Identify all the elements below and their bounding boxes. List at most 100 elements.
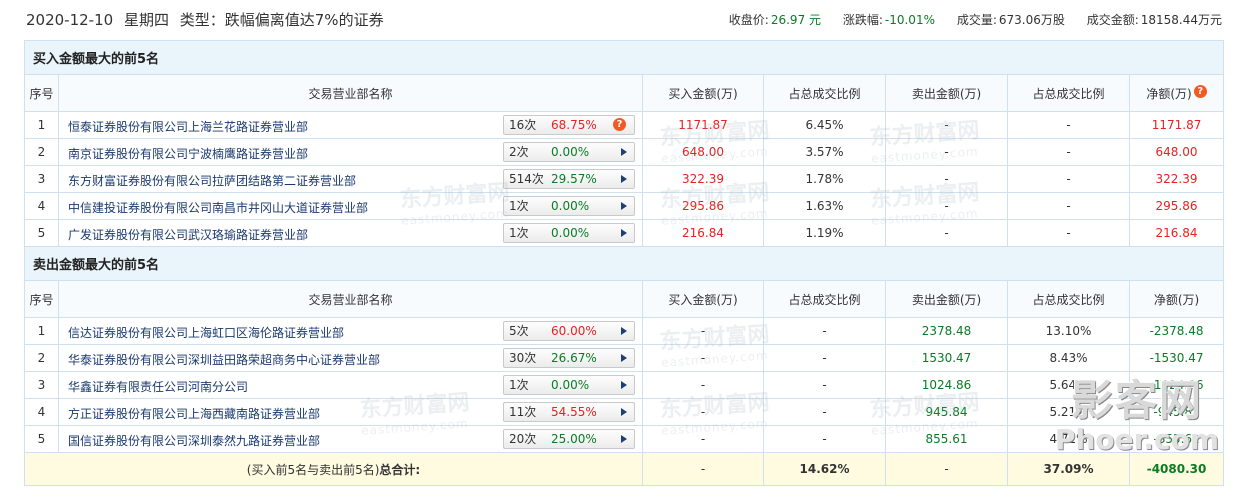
col-buy-ratio-header: 占总成交比例 — [763, 74, 886, 112]
row-index: 4 — [24, 192, 59, 220]
branch-name-link[interactable]: 东方财富证券股份有限公司拉萨团结路第二证券营业部 — [68, 172, 356, 189]
branch-cell: 华泰证券股份有限公司深圳益田路荣超商务中心证券营业部 30次 26.67% — [58, 344, 643, 372]
sell-ratio: 8.43% — [1007, 344, 1130, 372]
net-amount: -1530.47 — [1128, 344, 1225, 372]
amount-value: 18158.44万元 — [1140, 13, 1222, 27]
buy-ratio: - — [763, 317, 886, 345]
branch-name-link[interactable]: 华鑫证券有限责任公司河南分公司 — [68, 378, 248, 395]
buy-ratio: - — [763, 344, 886, 372]
branch-stats-button[interactable]: 16次 68.75%? — [503, 115, 635, 135]
arrow-right-icon — [621, 381, 627, 389]
listing-count: 514次 — [509, 172, 544, 186]
table-row: 3 东方财富证券股份有限公司拉萨团结路第二证券营业部 514次 29.57% 322.3… — [24, 165, 1225, 193]
column-header-row: 序号 交易营业部名称 买入金额(万) 占总成交比例 卖出金额(万) 占总成交比例 净额(万) — [24, 280, 1225, 318]
branch-cell: 东方财富证券股份有限公司拉萨团结路第二证券营业部 514次 29.57% — [58, 165, 643, 193]
sell-amount: - — [885, 192, 1008, 220]
sell-ratio: - — [1007, 138, 1130, 166]
net-help-icon[interactable]: ? — [1193, 84, 1207, 98]
arrow-right-icon — [621, 175, 627, 183]
total-buy-ratio: 14.62% — [763, 452, 886, 486]
sell-ratio: 5.64% — [1007, 371, 1130, 399]
branch-cell: 南京证券股份有限公司宁波楠鹰路证券营业部 2次 0.00% — [58, 138, 643, 166]
sell-top5-section-header: 卖出金额最大的前5名 — [23, 246, 1225, 281]
win-rate: 25.00% — [551, 432, 597, 446]
branch-stats-button[interactable]: 1次 0.00% — [503, 223, 635, 243]
total-sell: - — [885, 452, 1008, 486]
win-rate: 0.00% — [551, 226, 590, 240]
sell-amount: 1024.86 — [885, 371, 1008, 399]
win-rate: 0.00% — [551, 378, 590, 392]
branch-stats-button[interactable]: 30次 26.67% — [503, 348, 635, 368]
net-amount: -1024.86 — [1128, 371, 1225, 399]
col-name-header: 交易营业部名称 — [58, 280, 643, 318]
sell-amount: - — [885, 219, 1008, 247]
win-rate: 0.00% — [551, 199, 590, 213]
sell-ratio: - — [1007, 219, 1130, 247]
arrow-right-icon — [621, 202, 627, 210]
branch-cell: 恒泰证券股份有限公司上海兰花路证券营业部 16次 68.75%? — [58, 111, 643, 139]
win-rate: 60.00% — [551, 324, 597, 338]
row-index: 5 — [24, 425, 59, 453]
branch-name-link[interactable]: 中信建投证券股份有限公司南昌市井冈山大道证券营业部 — [68, 199, 368, 216]
listing-count: 1次 — [509, 199, 529, 213]
row-index: 2 — [24, 138, 59, 166]
row-index: 4 — [24, 398, 59, 426]
close-price-stat: 收盘价: 26.97 元 — [728, 13, 822, 27]
branch-stats-button[interactable]: 20次 25.00% — [503, 429, 635, 449]
dragon-tiger-table-wrap: 买入金额最大的前5名 序号 交易营业部名称 买入金额(万) 占总成交比例 卖出金额(万) 占… — [23, 40, 1225, 486]
branch-name-link[interactable]: 信达证券股份有限公司上海虹口区海伦路证券营业部 — [68, 324, 344, 341]
col-net-header: 净额(万)? — [1128, 74, 1225, 112]
sell-amount: 945.84 — [885, 398, 1008, 426]
branch-name-link[interactable]: 方正证券股份有限公司上海西藏南路证券营业部 — [68, 405, 320, 422]
arrow-right-icon — [621, 408, 627, 416]
total-sell-ratio: 37.09% — [1007, 452, 1130, 486]
row-index: 1 — [24, 111, 59, 139]
win-rate: 0.00% — [551, 145, 590, 159]
change-value: -10.01% — [884, 13, 935, 27]
net-amount: 648.00 — [1128, 138, 1225, 166]
section-title: 买入金额最大的前5名 — [23, 40, 1225, 75]
page-header: 2020-12-10 星期四 类型：跌幅偏离值达7%的证券 收盘价: 26.97 … — [26, 0, 1222, 36]
total-row: (买入前5名与卖出前5名)总合计: -14.62% -37.09% -4080.30 — [24, 452, 1225, 486]
buy-ratio: - — [763, 371, 886, 399]
branch-stats-button[interactable]: 1次 0.00% — [503, 375, 635, 395]
row-index: 1 — [24, 317, 59, 345]
branch-stats-button[interactable]: 514次 29.57% — [503, 169, 635, 189]
branch-stats-button[interactable]: 5次 60.00% — [503, 321, 635, 341]
table-row: 5 广发证券股份有限公司武汉珞瑜路证券营业部 1次 0.00% 216.84 1.19% -… — [24, 219, 1225, 247]
total-buy: - — [642, 452, 764, 486]
sell-ratio: - — [1007, 111, 1130, 139]
row-index: 5 — [24, 219, 59, 247]
branch-name-link[interactable]: 南京证券股份有限公司宁波楠鹰路证券营业部 — [68, 145, 308, 162]
buy-top5-section-header: 买入金额最大的前5名 — [23, 40, 1225, 75]
branch-cell: 广发证券股份有限公司武汉珞瑜路证券营业部 1次 0.00% — [58, 219, 643, 247]
sell-amount: - — [885, 111, 1008, 139]
col-buy-header: 买入金额(万) — [642, 280, 764, 318]
buy-amount: - — [642, 398, 764, 426]
listing-count: 1次 — [509, 378, 529, 392]
win-rate: 68.75% — [551, 118, 597, 132]
buy-amount: 216.84 — [642, 219, 764, 247]
change-stat: 涨跌幅: -10.01% — [842, 13, 935, 27]
buy-amount: 648.00 — [642, 138, 764, 166]
table-row: 1 恒泰证券股份有限公司上海兰花路证券营业部 16次 68.75%? 1171.87 6.… — [24, 111, 1225, 139]
branch-stats-button[interactable]: 11次 54.55% — [503, 402, 635, 422]
branch-name-link[interactable]: 恒泰证券股份有限公司上海兰花路证券营业部 — [68, 118, 308, 135]
net-amount: 295.86 — [1128, 192, 1225, 220]
branch-stats-button[interactable]: 2次 0.00% — [503, 142, 635, 162]
sell-amount: 1530.47 — [885, 344, 1008, 372]
arrow-right-icon — [621, 148, 627, 156]
branch-name-link[interactable]: 广发证券股份有限公司武汉珞瑜路证券营业部 — [68, 226, 308, 243]
branch-cell: 华鑫证券有限责任公司河南分公司 1次 0.00% — [58, 371, 643, 399]
branch-stats-button[interactable]: 1次 0.00% — [503, 196, 635, 216]
arrow-right-icon — [621, 327, 627, 335]
branch-name-link[interactable]: 国信证券股份有限公司深圳泰然九路证券营业部 — [68, 432, 320, 449]
buy-amount: - — [642, 344, 764, 372]
net-amount: 216.84 — [1128, 219, 1225, 247]
sell-amount: - — [885, 165, 1008, 193]
buy-amount: 1171.87 — [642, 111, 764, 139]
sell-ratio: 4.71% — [1007, 425, 1130, 453]
buy-amount: - — [642, 371, 764, 399]
col-sell-header: 卖出金额(万) — [885, 74, 1008, 112]
branch-name-link[interactable]: 华泰证券股份有限公司深圳益田路荣超商务中心证券营业部 — [68, 351, 380, 368]
